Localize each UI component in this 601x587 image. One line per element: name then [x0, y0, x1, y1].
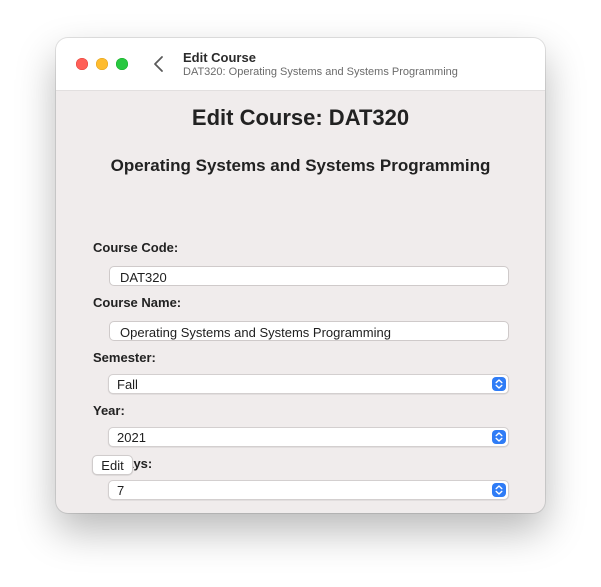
year-select[interactable]: 2021: [108, 427, 509, 447]
chevron-left-icon: [150, 52, 170, 76]
semester-label: Semester:: [93, 350, 156, 365]
year-selected-value: 2021: [117, 430, 146, 445]
slip-days-select[interactable]: 7: [108, 480, 509, 500]
back-button[interactable]: [150, 52, 170, 76]
slip-days-selected-value: 7: [117, 483, 125, 498]
up-down-arrows-icon: [492, 377, 506, 391]
edit-submit-button[interactable]: Edit: [92, 455, 133, 475]
window-title: Edit Course: [183, 50, 256, 65]
course-title-heading: Operating Systems and Systems Programmin…: [110, 156, 491, 175]
semester-select[interactable]: Fall: [108, 374, 509, 394]
zoom-window-button[interactable]: [116, 58, 128, 70]
course-name-label: Course Name:: [93, 295, 182, 310]
close-window-button[interactable]: [76, 58, 88, 70]
course-code-label: Course Code:: [93, 240, 179, 255]
semester-selected-value: Fall: [117, 377, 138, 392]
course-name-field[interactable]: [109, 321, 509, 341]
edit-course-window: Edit Course DAT320: Operating Systems an…: [56, 38, 545, 513]
minimize-window-button[interactable]: [96, 58, 108, 70]
year-label: Year:: [93, 403, 125, 418]
course-code-field[interactable]: [109, 266, 509, 286]
up-down-arrows-icon: [492, 483, 506, 497]
up-down-arrows-icon: [492, 430, 506, 444]
title-bar: Edit Course DAT320: Operating Systems an…: [56, 38, 545, 91]
window-subtitle: DAT320: Operating Systems and Systems Pr…: [183, 66, 458, 78]
page-title: Edit Course: DAT320: [191, 105, 410, 130]
